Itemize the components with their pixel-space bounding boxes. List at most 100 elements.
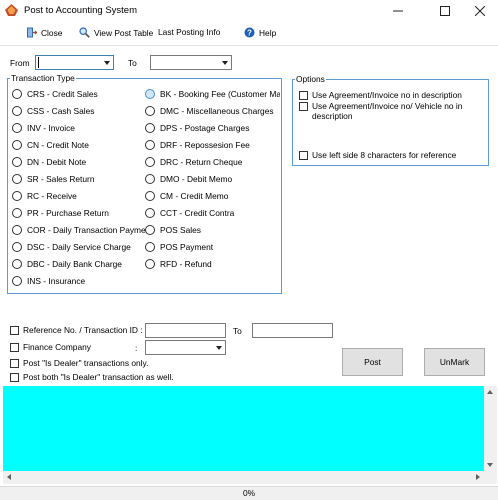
radio-label: PR - Purchase Return bbox=[27, 208, 109, 218]
help-icon: ? bbox=[244, 27, 255, 38]
transactions-grid[interactable] bbox=[3, 386, 484, 471]
scroll-left-icon[interactable] bbox=[7, 474, 11, 480]
maximize-icon[interactable] bbox=[428, 0, 462, 21]
view-post-table-label: View Post Table bbox=[94, 27, 154, 38]
radio-bk[interactable]: BK - Booking Fee (Customer Maste bbox=[145, 89, 280, 99]
radio-cm[interactable]: CM - Credit Memo bbox=[145, 191, 228, 201]
radio-cor[interactable]: COR - Daily Transaction Payment bbox=[12, 225, 153, 235]
app-icon bbox=[5, 4, 18, 16]
close-button[interactable]: Close bbox=[26, 27, 62, 38]
finance-company-dropdown[interactable] bbox=[145, 340, 226, 355]
radio-rc[interactable]: RC - Receive bbox=[12, 191, 77, 201]
option-left-8-characters[interactable]: Use left side 8 characters for reference bbox=[299, 150, 484, 160]
radio-dmc[interactable]: DMC - Miscellaneous Charges bbox=[145, 106, 274, 116]
radio-label: POS Payment bbox=[160, 242, 214, 252]
from-dropdown[interactable] bbox=[35, 55, 114, 70]
checkbox[interactable] bbox=[10, 359, 19, 368]
radio-button[interactable] bbox=[12, 191, 22, 201]
radio-css[interactable]: CSS - Cash Sales bbox=[12, 106, 95, 116]
radio-button[interactable] bbox=[145, 123, 155, 133]
option-vehicle-description[interactable]: Use Agreement/Invoice no/ Vehicle no in … bbox=[299, 101, 469, 121]
help-button[interactable]: ? Help bbox=[244, 27, 276, 38]
post-button[interactable]: Post bbox=[342, 348, 403, 376]
radio-button[interactable] bbox=[12, 89, 22, 99]
scrollbar-corner bbox=[484, 471, 497, 484]
radio-dbc[interactable]: DBC - Daily Bank Charge bbox=[12, 259, 122, 269]
radio-dps[interactable]: DPS - Postage Charges bbox=[145, 123, 249, 133]
radio-sr[interactable]: SR - Sales Return bbox=[12, 174, 95, 184]
close-button-label: Close bbox=[41, 27, 63, 38]
radio-pr[interactable]: PR - Purchase Return bbox=[12, 208, 109, 218]
checkbox-label: Use left side 8 characters for reference bbox=[312, 150, 457, 160]
radio-button[interactable] bbox=[12, 242, 22, 252]
radio-button[interactable] bbox=[12, 140, 22, 150]
radio-cct[interactable]: CCT - Credit Contra bbox=[145, 208, 234, 218]
radio-drc[interactable]: DRC - Return Cheque bbox=[145, 157, 242, 167]
radio-label: DMO - Debit Memo bbox=[160, 174, 233, 184]
finance-company-filter[interactable]: Finance Company bbox=[10, 342, 91, 352]
checkbox[interactable] bbox=[10, 343, 19, 352]
radio-button[interactable] bbox=[12, 106, 22, 116]
scroll-down-icon[interactable] bbox=[487, 463, 493, 467]
reference-from-input[interactable] bbox=[145, 323, 226, 338]
radio-button[interactable] bbox=[145, 140, 155, 150]
radio-ins[interactable]: INS - Insurance bbox=[12, 276, 85, 286]
radio-button[interactable] bbox=[145, 89, 155, 99]
radio-inv[interactable]: INV - Invoice bbox=[12, 123, 75, 133]
door-exit-icon bbox=[27, 27, 37, 38]
checkbox[interactable] bbox=[10, 326, 19, 335]
checkbox[interactable] bbox=[10, 373, 19, 382]
dealer-only-option[interactable]: Post "Is Dealer" transactions only. bbox=[10, 358, 148, 368]
radio-button[interactable] bbox=[145, 225, 155, 235]
dealer-both-option[interactable]: Post both "Is Dealer" transaction as wel… bbox=[10, 372, 174, 382]
radio-button[interactable] bbox=[12, 225, 22, 235]
radio-pos-payment[interactable]: POS Payment bbox=[145, 242, 213, 252]
radio-dn[interactable]: DN - Debit Note bbox=[12, 157, 86, 167]
radio-button[interactable] bbox=[145, 157, 155, 167]
option-invoice-description[interactable]: Use Agreement/Invoice no in description bbox=[299, 90, 484, 100]
radio-button[interactable] bbox=[12, 157, 22, 167]
radio-dsc[interactable]: DSC - Daily Service Charge bbox=[12, 242, 131, 252]
radio-label: DRF - Repossesion Fee bbox=[160, 140, 250, 150]
view-post-table-button[interactable]: View Post Table bbox=[79, 27, 153, 38]
radio-label: CRS - Credit Sales bbox=[27, 89, 98, 99]
options-title: Options bbox=[295, 74, 326, 84]
radio-button[interactable] bbox=[12, 123, 22, 133]
checkbox[interactable] bbox=[299, 91, 308, 100]
last-posting-info-button[interactable]: Last Posting Info bbox=[158, 27, 220, 37]
to-dropdown[interactable] bbox=[150, 55, 232, 70]
horizontal-scrollbar[interactable] bbox=[3, 471, 484, 484]
scroll-up-icon[interactable] bbox=[487, 390, 493, 394]
minimize-icon[interactable] bbox=[381, 0, 415, 21]
radio-crs[interactable]: CRS - Credit Sales bbox=[12, 89, 98, 99]
radio-button[interactable] bbox=[145, 106, 155, 116]
radio-label: DSC - Daily Service Charge bbox=[27, 242, 131, 252]
radio-label: DN - Debit Note bbox=[27, 157, 87, 167]
radio-label: SR - Sales Return bbox=[27, 174, 95, 184]
radio-button[interactable] bbox=[145, 174, 155, 184]
close-icon[interactable] bbox=[463, 0, 497, 21]
radio-button[interactable] bbox=[12, 208, 22, 218]
reference-to-input[interactable] bbox=[252, 323, 333, 338]
vertical-scrollbar[interactable] bbox=[484, 386, 497, 471]
toolbar-divider bbox=[0, 45, 498, 46]
radio-pos-sales[interactable]: POS Sales bbox=[145, 225, 201, 235]
radio-rfd[interactable]: RFD - Refund bbox=[145, 259, 212, 269]
radio-cn[interactable]: CN - Credit Note bbox=[12, 140, 89, 150]
reference-filter[interactable]: Reference No. / Transaction ID : bbox=[10, 325, 143, 335]
radio-button[interactable] bbox=[145, 191, 155, 201]
scroll-right-icon[interactable] bbox=[476, 474, 480, 480]
unmark-button[interactable]: UnMark bbox=[424, 348, 485, 376]
checkbox[interactable] bbox=[299, 151, 308, 160]
radio-button[interactable] bbox=[12, 259, 22, 269]
radio-label: DMC - Miscellaneous Charges bbox=[160, 106, 274, 116]
radio-drf[interactable]: DRF - Repossesion Fee bbox=[145, 140, 250, 150]
radio-dmo[interactable]: DMO - Debit Memo bbox=[145, 174, 232, 184]
radio-button[interactable] bbox=[12, 174, 22, 184]
radio-button[interactable] bbox=[145, 259, 155, 269]
radio-button[interactable] bbox=[145, 242, 155, 252]
radio-button[interactable] bbox=[145, 208, 155, 218]
checkbox-label: Use Agreement/Invoice no/ Vehicle no in … bbox=[312, 101, 463, 121]
radio-button[interactable] bbox=[12, 276, 22, 286]
checkbox[interactable] bbox=[299, 102, 308, 111]
